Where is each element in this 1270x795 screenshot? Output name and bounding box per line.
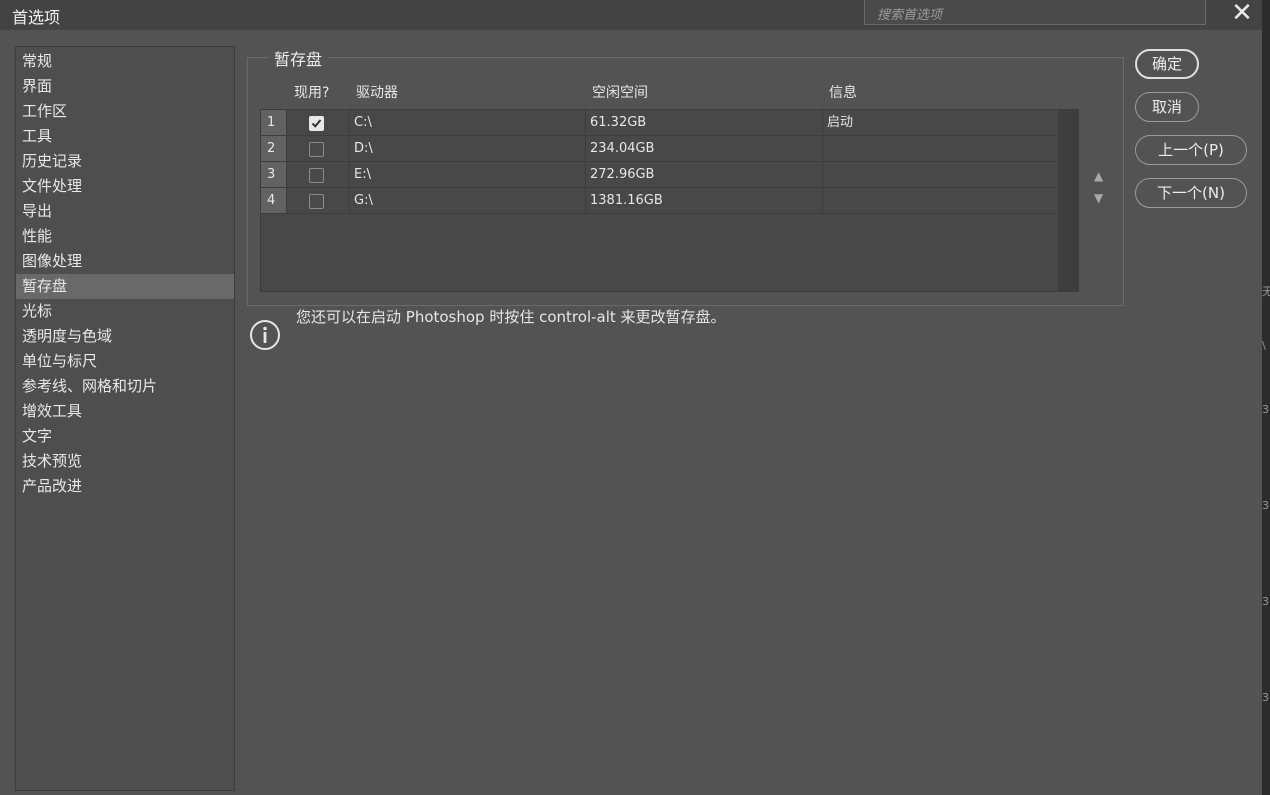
- free-space-cell: 61.32GB: [587, 110, 823, 135]
- drive-cell: E:\: [351, 162, 586, 187]
- table-row[interactable]: 2 D:\ 234.04GB: [261, 136, 1058, 162]
- sidebar-item[interactable]: 产品改进: [16, 474, 234, 499]
- edge-glyph: 无: [1262, 285, 1270, 298]
- close-icon[interactable]: ✕: [1226, 0, 1258, 28]
- info-cell: [824, 136, 1058, 161]
- edge-glyph: 3: [1262, 403, 1269, 416]
- sidebar-item[interactable]: 文件处理: [16, 174, 234, 199]
- column-header-active: 现用?: [294, 85, 330, 101]
- sidebar-item[interactable]: 技术预览: [16, 449, 234, 474]
- checkmark-icon: [311, 119, 322, 128]
- drive-cell: G:\: [351, 188, 586, 213]
- edge-glyph: 3: [1262, 499, 1269, 512]
- next-button[interactable]: 下一个(N): [1135, 178, 1247, 208]
- column-header-info: 信息: [829, 85, 857, 101]
- active-cell: [288, 110, 350, 135]
- sidebar-item[interactable]: 透明度与色域: [16, 324, 234, 349]
- info-cell: [824, 162, 1058, 187]
- sidebar-item[interactable]: 界面: [16, 74, 234, 99]
- search-input[interactable]: 搜索首选项: [864, 0, 1206, 25]
- title-bar: 首选项 搜索首选项 ✕: [0, 0, 1262, 30]
- free-space-cell: 234.04GB: [587, 136, 823, 161]
- row-index: 2: [261, 136, 287, 161]
- sidebar-item[interactable]: 图像处理: [16, 249, 234, 274]
- table-row[interactable]: 3 E:\ 272.96GB: [261, 162, 1058, 188]
- group-legend: 暂存盘: [268, 46, 329, 70]
- move-down-icon[interactable]: ▼: [1094, 191, 1103, 205]
- sidebar-item[interactable]: 工作区: [16, 99, 234, 124]
- background-window-edge: 无 \ 3 3 3 3: [1262, 0, 1270, 795]
- sidebar-item[interactable]: 性能: [16, 224, 234, 249]
- move-up-icon[interactable]: ▲: [1094, 169, 1103, 183]
- sidebar-item[interactable]: 工具: [16, 124, 234, 149]
- sidebar-item[interactable]: 参考线、网格和切片: [16, 374, 234, 399]
- ok-button[interactable]: 确定: [1135, 49, 1199, 79]
- edge-glyph: 3: [1262, 595, 1269, 608]
- sidebar-item[interactable]: 文字: [16, 424, 234, 449]
- active-checkbox[interactable]: [309, 168, 324, 183]
- table-row[interactable]: 1 C:\ 61.32GB 启动: [261, 110, 1058, 136]
- previous-button[interactable]: 上一个(P): [1135, 135, 1247, 165]
- sidebar-item[interactable]: 常规: [16, 49, 234, 74]
- edge-glyph: \: [1262, 339, 1266, 352]
- sidebar-item[interactable]: 增效工具: [16, 399, 234, 424]
- sidebar-item[interactable]: 导出: [16, 199, 234, 224]
- preferences-dialog: 常规 界面 工作区 工具 历史记录 文件处理 导出 性能 图像处理 暂存盘 光标 透明度与色域 单位与标…: [0, 30, 1262, 795]
- active-checkbox[interactable]: [309, 194, 324, 209]
- drive-cell: C:\: [351, 110, 586, 135]
- active-checkbox[interactable]: [309, 142, 324, 157]
- sidebar-item[interactable]: 光标: [16, 299, 234, 324]
- edge-glyph: 3: [1262, 691, 1269, 704]
- column-header-free-space: 空闲空间: [592, 85, 648, 101]
- active-cell: [288, 188, 350, 213]
- sidebar-item[interactable]: 历史记录: [16, 149, 234, 174]
- info-cell: 启动: [827, 115, 854, 130]
- free-space-cell: 1381.16GB: [587, 188, 823, 213]
- sidebar-item[interactable]: 单位与标尺: [16, 349, 234, 374]
- sidebar-item[interactable]: 暂存盘: [16, 274, 234, 299]
- dialog-title: 首选项: [12, 8, 61, 27]
- row-index: 4: [261, 188, 287, 213]
- scratch-tip-text: 您还可以在启动 Photoshop 时按住 control-alt 来更改暂存盘…: [296, 308, 726, 326]
- drive-cell: D:\: [351, 136, 586, 161]
- cancel-button[interactable]: 取消: [1135, 92, 1199, 122]
- active-cell: [288, 136, 350, 161]
- free-space-cell: 272.96GB: [587, 162, 823, 187]
- column-header-drive: 驱动器: [356, 85, 398, 101]
- sidebar: 常规 界面 工作区 工具 历史记录 文件处理 导出 性能 图像处理 暂存盘 光标 透明度与色域 单位与标…: [15, 46, 235, 791]
- info-icon: [250, 320, 280, 350]
- active-cell: [288, 162, 350, 187]
- scratch-disk-table: 1 C:\ 61.32GB 启动 2 D:\ 234.04GB 3 E:\ 272.96GB 4 G:…: [260, 109, 1079, 292]
- row-index: 1: [261, 110, 287, 135]
- table-row[interactable]: 4 G:\ 1381.16GB: [261, 188, 1058, 214]
- info-cell: [824, 188, 1058, 213]
- table-scrollbar[interactable]: [1058, 110, 1078, 291]
- row-index: 3: [261, 162, 287, 187]
- active-checkbox[interactable]: [309, 116, 324, 131]
